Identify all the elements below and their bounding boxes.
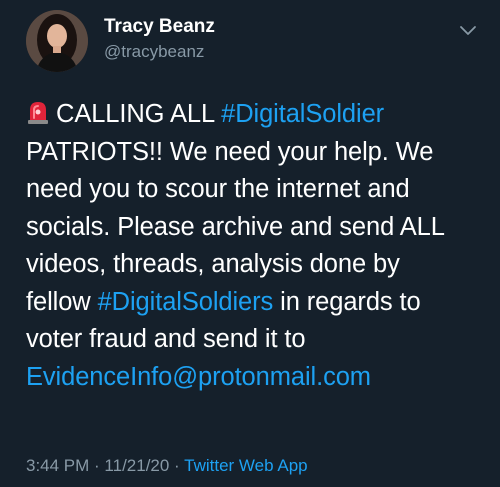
tweet-line: fellow #DigitalSoldiers in regards to	[26, 284, 486, 322]
tweet-line: need you to scour the internet and	[26, 175, 410, 203]
tweet-line: videos, threads, analysis done by	[26, 250, 400, 278]
email-link[interactable]: EvidenceInfo@protonmail.com	[26, 363, 371, 391]
tweet-text-segment: in regards to	[273, 287, 421, 316]
hashtag-link[interactable]: #DigitalSoldiers	[98, 288, 274, 316]
tweet-text: CALLING ALL #DigitalSoldier PATRIOTS!! W…	[26, 96, 486, 396]
tweet-line: socials. Please archive and send ALL	[26, 212, 445, 241]
police-siren-icon	[26, 99, 50, 125]
tweet-line: PATRIOTS!! We need your help. We	[26, 137, 434, 166]
tweet-meta: 3:44 PM · 11/21/20 · Twitter Web App	[26, 455, 308, 477]
author-display-name[interactable]: Tracy Beanz	[104, 16, 215, 38]
hashtag-link[interactable]: #DigitalSoldier	[221, 100, 384, 128]
tweet-text-segment: fellow	[26, 287, 98, 316]
tweet-line: EvidenceInfo@protonmail.com	[26, 359, 486, 397]
profile-photo-icon	[26, 10, 88, 72]
chevron-down-icon[interactable]	[458, 24, 478, 38]
source-app-link[interactable]: Twitter Web App	[184, 456, 307, 475]
avatar[interactable]	[26, 10, 88, 72]
tweet-text-segment: CALLING ALL	[56, 100, 222, 128]
tweet-card: Tracy Beanz @tracybeanz CALLING ALL #Dig…	[0, 0, 500, 487]
tweet-line: CALLING ALL #DigitalSoldier	[26, 96, 486, 134]
timestamp[interactable]: 3:44 PM · 11/21/20 ·	[26, 456, 184, 475]
tweet-line: voter fraud and send it to	[26, 325, 306, 353]
author-handle[interactable]: @tracybeanz	[104, 41, 204, 63]
